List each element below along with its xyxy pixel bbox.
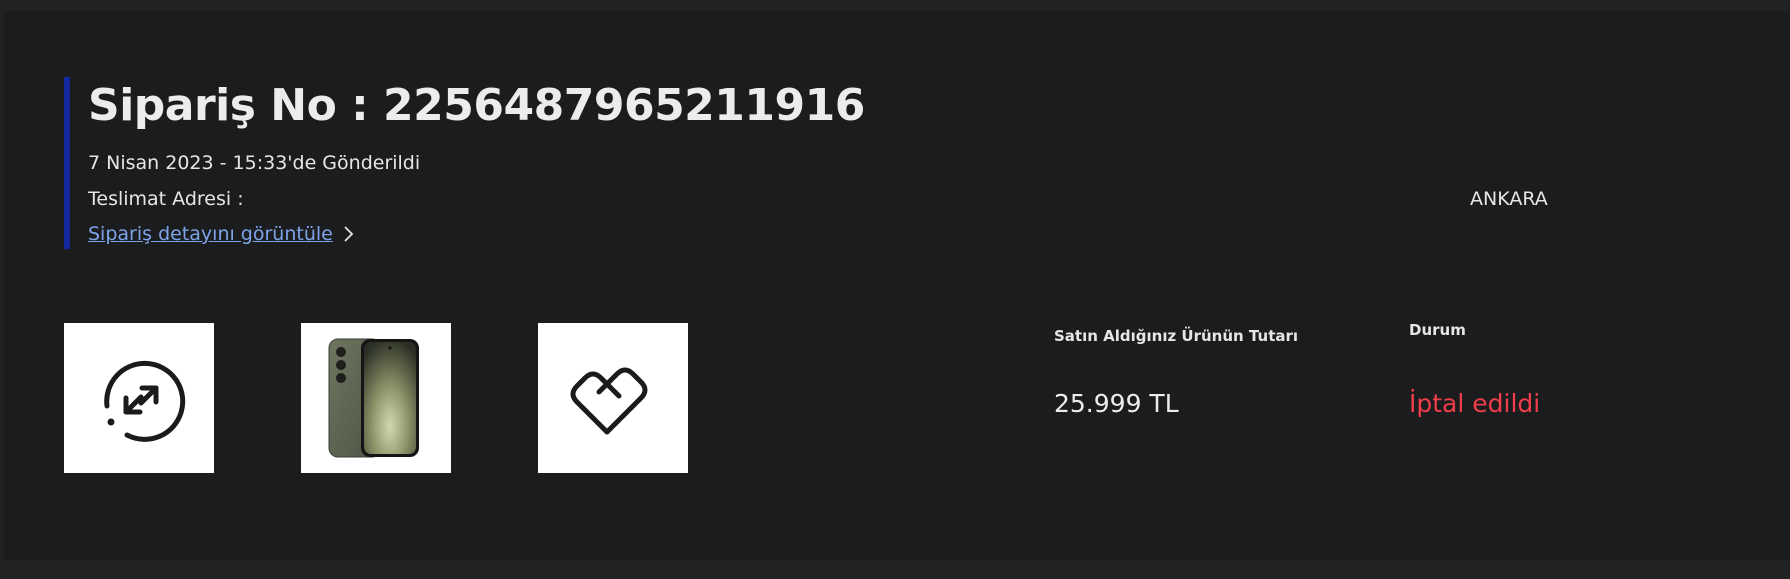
phone-product-image xyxy=(328,338,419,458)
accent-bar xyxy=(64,77,70,249)
product-thumb-exchange[interactable] xyxy=(64,323,214,473)
status-label: Durum xyxy=(1409,321,1466,339)
delivery-address-value: ANKARA xyxy=(1470,188,1548,210)
product-thumb-phone[interactable] xyxy=(301,323,451,473)
price-value: 25.999 TL xyxy=(1054,389,1179,418)
order-detail-link-label: Sipariş detayını görüntüle xyxy=(88,223,333,245)
exchange-circle-icon xyxy=(104,360,186,442)
product-thumb-care[interactable] xyxy=(538,323,688,473)
status-value: İptal edildi xyxy=(1409,389,1541,418)
order-sent-date: 7 Nisan 2023 - 15:33'de Gönderildi xyxy=(88,152,421,174)
heart-care-icon xyxy=(570,367,648,435)
delivery-address-label: Teslimat Adresi : xyxy=(88,188,244,210)
order-title: Sipariş No : 2256487965211916 xyxy=(88,80,865,131)
chevron-right-icon xyxy=(344,226,354,242)
price-label: Satın Aldığınız Ürünün Tutarı xyxy=(1054,327,1299,345)
order-detail-link[interactable]: Sipariş detayını görüntüle xyxy=(88,223,355,245)
